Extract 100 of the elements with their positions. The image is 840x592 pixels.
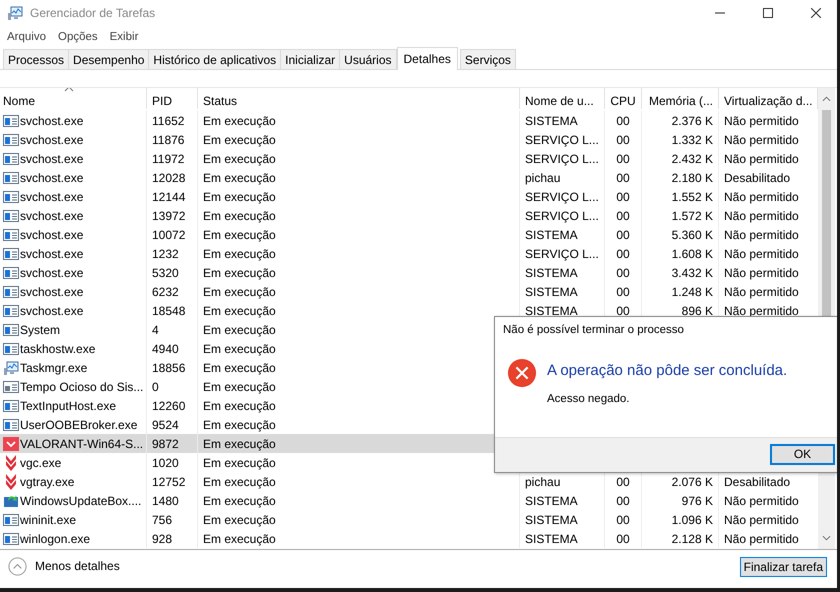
- scroll-up-icon[interactable]: [822, 96, 831, 102]
- process-name: Tempo Ocioso do Sis...: [20, 380, 144, 394]
- table-cell: Em execução: [198, 225, 520, 244]
- process-name: UserOOBEBroker.exe: [20, 418, 138, 432]
- process-name: svchost.exe: [20, 152, 84, 166]
- collapse-icon: [8, 556, 27, 576]
- window-icon: [3, 170, 19, 186]
- table-cell: 00: [605, 529, 642, 548]
- window-icon: [3, 284, 19, 300]
- table-cell: SISTEMA: [520, 263, 605, 282]
- table-row[interactable]: winlogon.exe 928 Em execução SISTEMA 00 2.128 K Não permitido: [0, 529, 818, 548]
- menu-item[interactable]: Exibir: [110, 31, 138, 43]
- table-cell: 00: [605, 206, 642, 225]
- column-header[interactable]: Memória (...: [642, 88, 719, 109]
- dialog-heading: A operação não pôde ser concluída.: [547, 362, 788, 379]
- table-cell: 0: [147, 377, 198, 396]
- process-name: svchost.exe: [20, 304, 84, 318]
- table-cell: 1.332 K: [642, 130, 719, 149]
- window-icon: [3, 150, 19, 166]
- end-task-button[interactable]: Finalizar tarefa: [740, 557, 827, 577]
- window-icon: [3, 530, 19, 546]
- table-cell: Em execução: [198, 491, 520, 510]
- table-cell: 4: [147, 320, 198, 339]
- process-name: vgc.exe: [20, 456, 62, 470]
- table-cell: Em execução: [198, 168, 520, 187]
- column-header[interactable]: Status: [198, 88, 520, 109]
- table-row[interactable]: svchost.exe 1232 Em execução SERVIÇO L... 00 1.608 K Não permitido: [0, 244, 818, 263]
- table-row[interactable]: svchost.exe 5320 Em execução SISTEMA 00 3.432 K Não permitido: [0, 263, 818, 282]
- scroll-down-icon[interactable]: [822, 535, 831, 541]
- table-row[interactable]: svchost.exe 10072 Em execução SISTEMA 00 5.360 K Não permitido: [0, 225, 818, 244]
- dialog-title: Não é possível terminar o processo: [502, 323, 685, 338]
- table-cell: SERVIÇO L...: [520, 130, 605, 149]
- column-header[interactable]: CPU: [605, 88, 642, 109]
- column-header[interactable]: Nome de u...: [520, 88, 605, 109]
- process-name: svchost.exe: [20, 284, 84, 298]
- table-cell: 12752: [147, 472, 198, 491]
- table-row[interactable]: WindowsUpdateBox.... 1480 Em execução SISTEMA 00 976 K Não permitido: [0, 491, 818, 510]
- table-row[interactable]: svchost.exe 13972 Em execução SERVIÇO L... 00 1.572 K Não permitido: [0, 206, 818, 225]
- tab[interactable]: Processos: [3, 49, 70, 69]
- tab[interactable]: Desempenho: [68, 49, 150, 69]
- tab[interactable]: Histórico de aplicativos: [148, 49, 282, 69]
- table-cell: 00: [605, 187, 642, 206]
- tab[interactable]: Serviços: [460, 49, 516, 69]
- column-header[interactable]: PID: [147, 88, 198, 109]
- table-cell-text: Não permitido: [723, 150, 800, 168]
- less-details-link[interactable]: Menos detalhes: [8, 556, 120, 576]
- table-cell: Em execução: [198, 130, 520, 149]
- table-row[interactable]: svchost.exe 11652 Em execução SISTEMA 00 2.376 K Não permitido: [0, 111, 818, 130]
- close-icon[interactable]: [811, 8, 821, 18]
- dialog-message: Acesso negado.: [547, 393, 630, 405]
- window-icon: [3, 340, 19, 356]
- tab[interactable]: Inicializar: [280, 49, 340, 69]
- table-row[interactable]: wininit.exe 756 Em execução SISTEMA 00 1.096 K Não permitido: [0, 510, 818, 529]
- process-name: Taskmgr.exe: [20, 360, 88, 374]
- tab[interactable]: Usuários: [339, 49, 397, 69]
- error-icon: [507, 358, 537, 388]
- maximize-icon[interactable]: [763, 8, 773, 18]
- process-name: svchost.exe: [20, 266, 84, 280]
- monitor-icon: [3, 360, 19, 376]
- table-row[interactable]: svchost.exe 11972 Em execução SERVIÇO L... 00 2.432 K Não permitido: [0, 149, 818, 168]
- table-cell: 18548: [147, 301, 198, 320]
- menu-item[interactable]: Arquivo: [7, 31, 46, 43]
- table-cell: Em execução: [198, 244, 520, 263]
- table-row[interactable]: svchost.exe 12144 Em execução SERVIÇO L... 00 1.552 K Não permitido: [0, 187, 818, 206]
- table-cell: 1.248 K: [642, 282, 719, 301]
- table-row[interactable]: svchost.exe 11876 Em execução SERVIÇO L... 00 1.332 K Não permitido: [0, 130, 818, 149]
- update-icon: [3, 492, 19, 508]
- table-cell: 12260: [147, 396, 198, 415]
- tab[interactable]: Detalhes: [396, 47, 458, 70]
- table-cell: Em execução: [198, 510, 520, 529]
- table-cell-text: Desabilitado: [723, 170, 792, 186]
- ok-button[interactable]: OK: [770, 444, 835, 464]
- table-cell: Em execução: [198, 111, 520, 130]
- process-name: vgtray.exe: [20, 474, 74, 488]
- process-name: svchost.exe: [20, 208, 84, 222]
- table-cell: 4940: [147, 339, 198, 358]
- process-name: taskhostw.exe: [20, 342, 96, 356]
- table-cell-text: Não permitido: [723, 264, 800, 282]
- table-cell: 00: [605, 130, 642, 149]
- table-cell: 976 K: [642, 491, 719, 510]
- table-cell: 18856: [147, 358, 198, 377]
- tile-icon: [3, 436, 19, 452]
- table-cell: SERVIÇO L...: [520, 244, 605, 263]
- table-cell: Em execução: [198, 529, 520, 548]
- menu-item[interactable]: Opções: [58, 31, 98, 43]
- table-cell: SERVIÇO L...: [520, 149, 605, 168]
- table-cell: 1232: [147, 244, 198, 263]
- table-row[interactable]: svchost.exe 6232 Em execução SISTEMA 00 1.248 K Não permitido: [0, 282, 818, 301]
- process-name: svchost.exe: [20, 246, 84, 260]
- window-icon: [3, 112, 19, 128]
- column-header[interactable]: Nome: [0, 88, 147, 109]
- chevron-icon: [3, 474, 19, 490]
- table-cell-text: Não permitido: [723, 226, 800, 244]
- table-cell-text: Não permitido: [723, 302, 800, 320]
- process-name: VALORANT-Win64-S...: [20, 436, 144, 450]
- table-cell: 2.180 K: [642, 168, 719, 187]
- table-row[interactable]: svchost.exe 12028 Em execução pichau 00 2.180 K Desabilitado: [0, 168, 818, 187]
- process-name: svchost.exe: [20, 170, 84, 184]
- table-cell-text: Não permitido: [723, 512, 800, 528]
- table-cell-text: Não permitido: [723, 284, 800, 300]
